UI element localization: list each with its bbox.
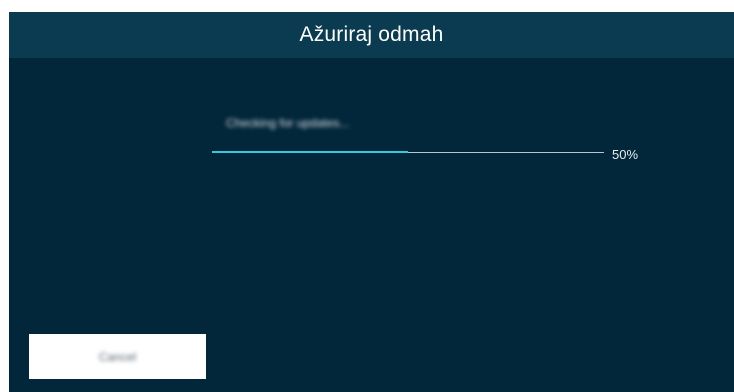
progress-percentage: 50% [612, 147, 639, 162]
cancel-button-label: Cancel [98, 349, 137, 364]
status-message: Checking for updates... [226, 116, 350, 130]
update-dialog: Ažuriraj odmah Checking for updates... 5… [9, 12, 734, 392]
progress-bar-fill [212, 151, 408, 153]
cancel-button[interactable]: Cancel [29, 334, 206, 379]
progress-bar [212, 151, 604, 153]
dialog-title: Ažuriraj odmah [299, 23, 444, 46]
title-bar: Ažuriraj odmah [9, 12, 734, 58]
